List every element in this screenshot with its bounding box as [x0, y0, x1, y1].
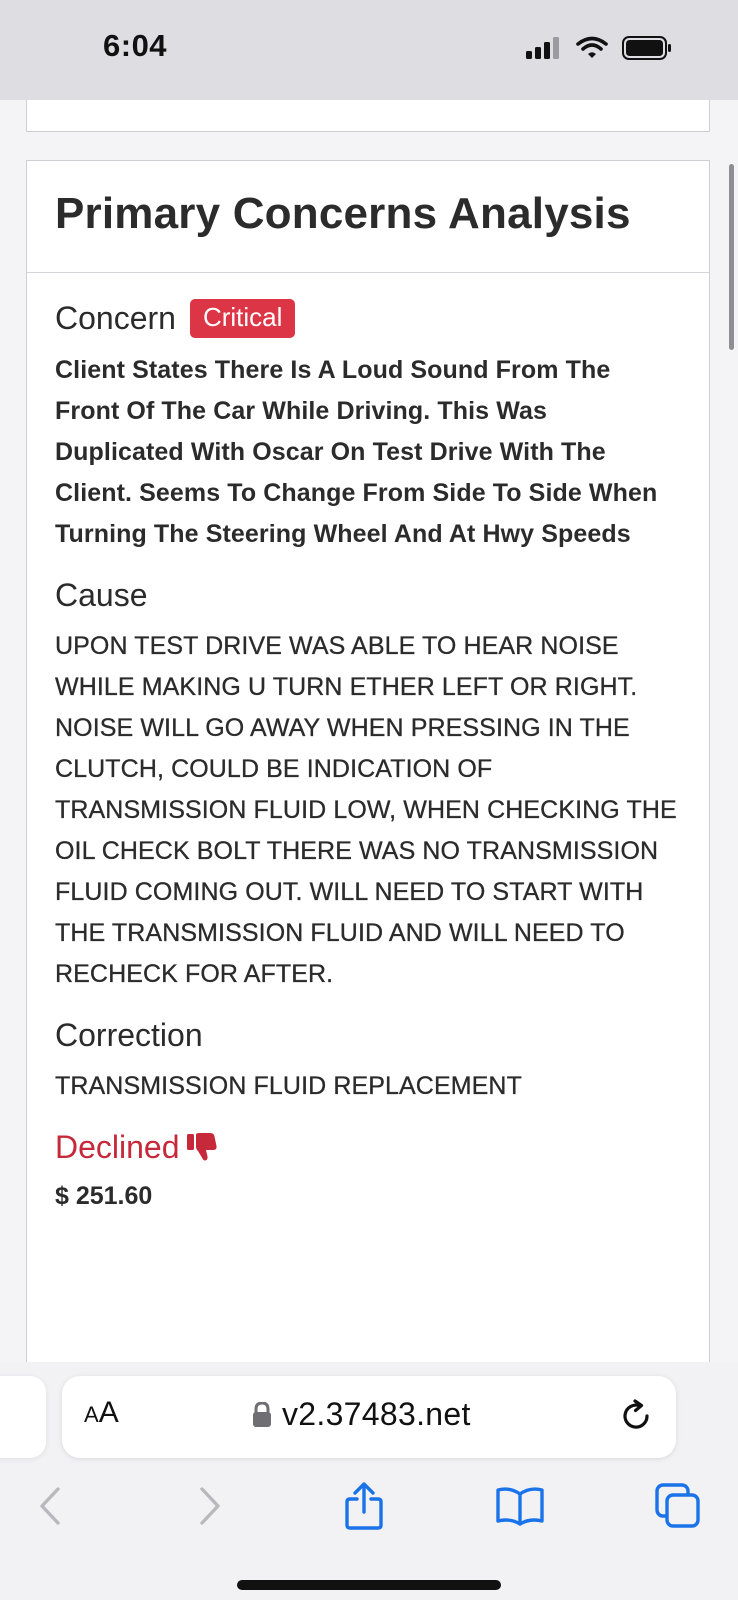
browser-nav-row	[0, 1474, 738, 1544]
back-button[interactable]	[22, 1478, 78, 1534]
cause-heading-label: Cause	[55, 576, 148, 613]
correction-text: TRANSMISSION FLUID REPLACEMENT	[55, 1071, 522, 1100]
forward-button[interactable]	[182, 1478, 238, 1534]
bookmarks-button[interactable]	[492, 1478, 548, 1534]
critical-badge: Critical	[189, 299, 296, 338]
reader-options-button[interactable]: AA	[84, 1396, 119, 1430]
chevron-right-icon	[200, 1487, 220, 1525]
card-body: Concern Critical Client States There Is …	[27, 273, 709, 1211]
tabs-button[interactable]	[650, 1478, 706, 1534]
previous-tab[interactable]	[0, 1376, 46, 1458]
url-display[interactable]: v2.37483.net	[252, 1396, 471, 1433]
card-title: Primary Concerns Analysis	[55, 189, 631, 238]
concern-heading-label: Concern	[55, 299, 176, 336]
book-icon	[496, 1487, 544, 1526]
share-icon	[345, 1482, 383, 1530]
concern-heading: Concern Critical	[55, 299, 681, 338]
home-indicator	[237, 1580, 501, 1590]
declined-label: Declined	[55, 1128, 180, 1165]
previous-card	[26, 100, 710, 132]
address-bar[interactable]: AA v2.37483.net	[62, 1376, 676, 1458]
lock-icon	[253, 1401, 271, 1427]
card-header: Primary Concerns Analysis	[27, 161, 709, 273]
share-button[interactable]	[336, 1478, 392, 1534]
page-content[interactable]: Primary Concerns Analysis Concern Critic…	[0, 100, 738, 1362]
status-bar: 6:04	[0, 0, 738, 100]
battery-icon	[622, 36, 671, 60]
reload-icon	[623, 1399, 649, 1429]
status-icons	[526, 36, 672, 60]
reload-button[interactable]	[618, 1398, 654, 1434]
wifi-icon	[576, 36, 608, 58]
chevron-left-icon	[40, 1487, 60, 1525]
cellular-signal-icon	[526, 37, 559, 59]
thumbs-down-icon	[186, 1133, 217, 1161]
cause-text: UPON TEST DRIVE WAS ABLE TO HEAR NOISE W…	[55, 631, 677, 988]
correction-heading-label: Correction	[55, 1016, 203, 1053]
url-text: v2.37483.net	[282, 1396, 471, 1432]
concern-text: Client States There Is A Loud Sound From…	[55, 355, 658, 548]
tabs-icon	[655, 1483, 700, 1528]
scrollbar-thumb[interactable]	[729, 164, 734, 350]
correction-heading: Correction	[55, 1017, 681, 1054]
price: $ 251.60	[55, 1181, 153, 1210]
declined-status: Declined	[55, 1129, 681, 1166]
browser-toolbar: AA v2.37483.net	[0, 1362, 738, 1600]
cause-heading: Cause	[55, 577, 681, 614]
status-time: 6:04	[103, 28, 168, 63]
primary-concerns-card: Primary Concerns Analysis Concern Critic…	[26, 160, 710, 1362]
